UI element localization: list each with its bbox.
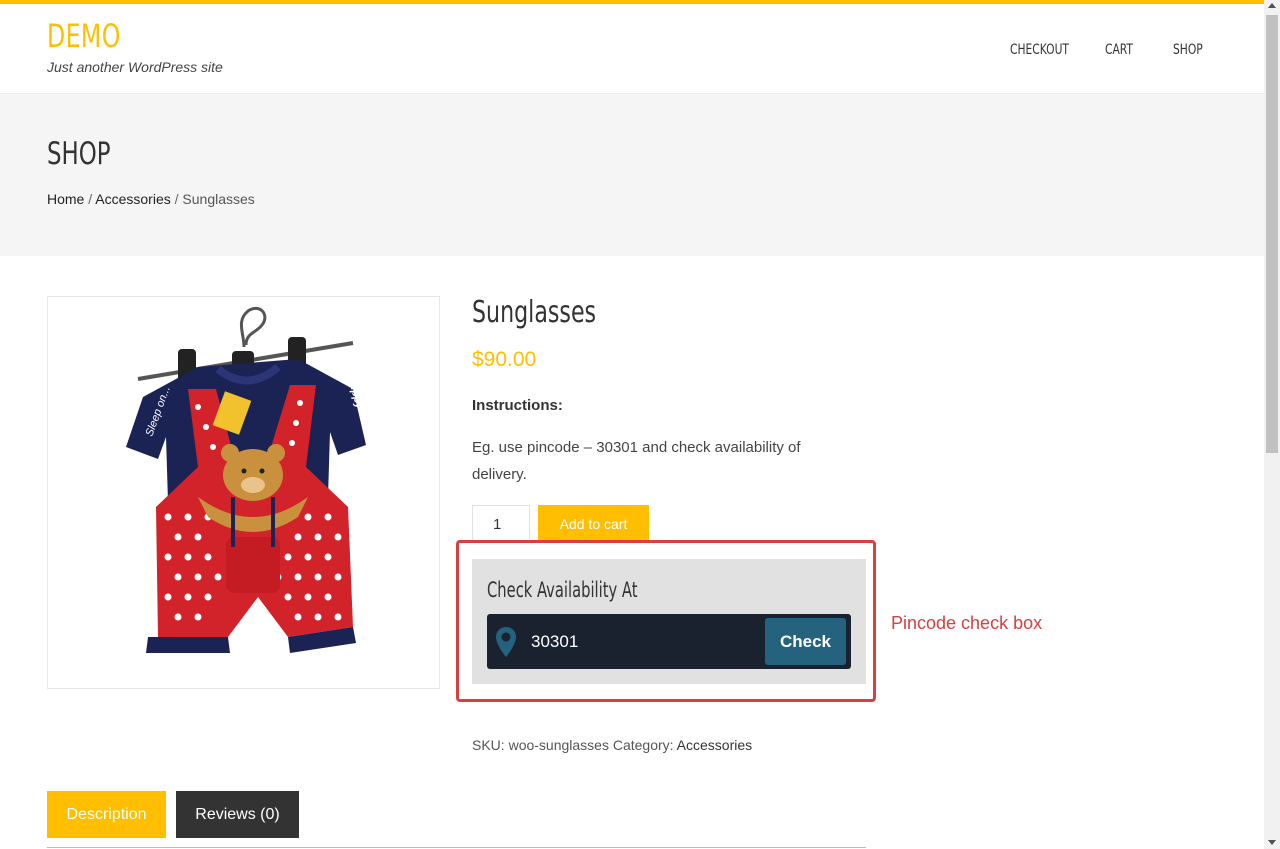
page-title: SHOP [47,136,111,172]
product-title: Sunglasses [472,295,597,330]
quantity-input[interactable] [472,505,530,543]
product-meta: SKU: woo-sunglasses Category: Accessorie… [472,736,752,754]
annotation-highlight-box [456,540,876,702]
add-to-cart-button[interactable]: Add to cart [538,505,649,543]
nav-item-shop[interactable]: SHOP [1173,41,1203,59]
breadcrumb-home[interactable]: Home [47,191,84,207]
category-label: Category: [608,737,677,753]
annotation-label: Pincode check box [891,613,1043,633]
tabs-underline [47,847,866,848]
product-photo: Sleep on... Puppy [126,306,366,653]
site-header: DEMO Just another WordPress site CHECKOU… [0,4,1264,94]
tab-description[interactable]: Description [47,791,166,838]
scroll-up-arrow-icon[interactable] [1268,3,1276,8]
scrollbar-thumb[interactable] [1266,15,1278,453]
breadcrumb-category[interactable]: Accessories [95,191,170,207]
site-description: Just another WordPress site [47,59,223,75]
category-link[interactable]: Accessories [677,737,752,753]
instructions-text: Eg. use pincode – 30301 and check availa… [472,439,801,483]
page-header: SHOP Home / Accessories / Sunglasses [0,94,1264,256]
sku-label: SKU: [472,737,509,753]
main-nav: CHECKOUT CART SHOP [0,41,1264,61]
nav-item-checkout[interactable]: CHECKOUT [1010,41,1069,59]
tab-reviews[interactable]: Reviews (0) [176,791,299,838]
product-price: $90.00 [472,348,537,371]
breadcrumb: Home / Accessories / Sunglasses [47,190,255,208]
vertical-scrollbar[interactable] [1264,0,1280,849]
breadcrumb-current: Sunglasses [182,191,255,207]
instructions-label: Instructions: [472,397,563,414]
sku-value: woo-sunglasses [508,737,609,753]
breadcrumb-separator: / [170,191,183,207]
product-image[interactable]: Sleep on... Puppy [47,296,440,689]
breadcrumb-separator: / [84,191,96,207]
scroll-down-arrow-icon[interactable] [1268,840,1276,845]
nav-item-cart[interactable]: CART [1105,41,1133,59]
